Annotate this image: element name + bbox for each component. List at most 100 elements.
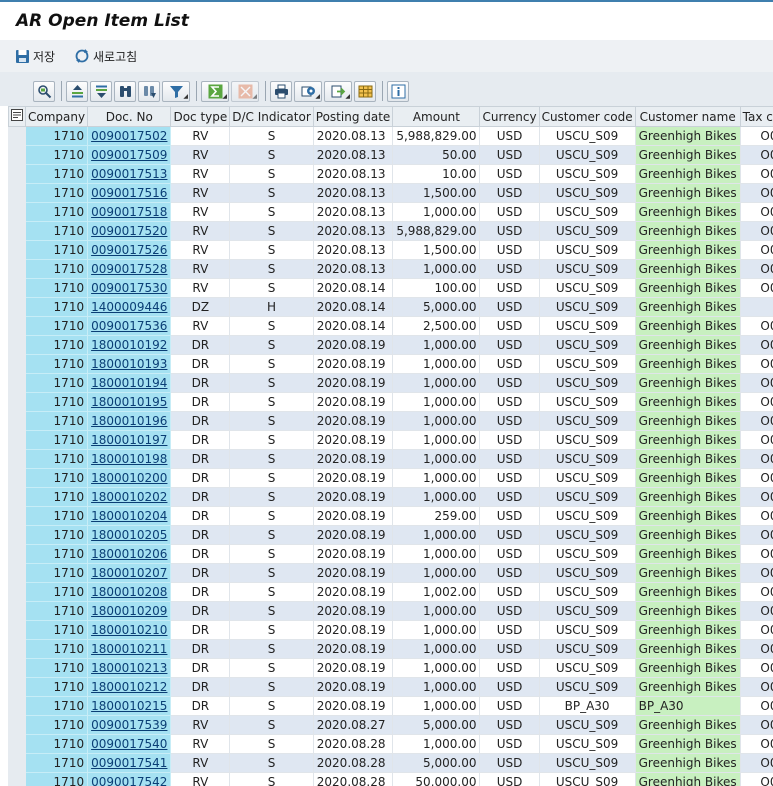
table-row[interactable]: 1710 0090017518 RV S 2020.08.13 1,000.00 USD US… xyxy=(8,202,773,222)
cell-doc-no[interactable]: 1800010194 xyxy=(87,373,172,393)
column-header-posting-date[interactable]: Posting date xyxy=(312,106,394,127)
cell-doc-no[interactable]: 1800010193 xyxy=(87,354,172,374)
table-row[interactable]: 1710 1800010213 DR S 2020.08.19 1,000.00 USD US… xyxy=(8,658,773,678)
cell-doc-no[interactable]: 0090017536 xyxy=(87,316,172,336)
table-row[interactable]: 1710 1800010202 DR S 2020.08.19 1,000.00 USD US… xyxy=(8,487,773,507)
table-row[interactable]: 1710 1800010207 DR S 2020.08.19 1,000.00 USD US… xyxy=(8,563,773,583)
cell-doc-no[interactable]: 1800010198 xyxy=(87,449,172,469)
cell-doc-no[interactable]: 0090017509 xyxy=(87,145,172,165)
column-header-doc-no[interactable]: Doc. No xyxy=(87,106,172,127)
table-row[interactable]: 1710 1800010200 DR S 2020.08.19 1,000.00 USD US… xyxy=(8,468,773,488)
column-header-currency[interactable]: Currency xyxy=(479,106,540,127)
table-row[interactable]: 1710 1800010194 DR S 2020.08.19 1,000.00 USD US… xyxy=(8,373,773,393)
table-row[interactable]: 1710 1800010193 DR S 2020.08.19 1,000.00 USD US… xyxy=(8,354,773,374)
row-selector[interactable] xyxy=(8,278,26,298)
print-button[interactable] xyxy=(270,80,292,102)
cell-doc-no[interactable]: 1800010213 xyxy=(87,658,172,678)
table-row[interactable]: 1710 1400009446 DZ H 2020.08.14 5,000.00 USD US… xyxy=(8,297,773,317)
table-row[interactable]: 1710 0090017540 RV S 2020.08.28 1,000.00 USD US… xyxy=(8,734,773,754)
row-selector[interactable] xyxy=(8,734,26,754)
cell-doc-no[interactable]: 0090017528 xyxy=(87,259,172,279)
sort-ascending-button[interactable] xyxy=(66,80,88,102)
cell-doc-no[interactable]: 1800010212 xyxy=(87,677,172,697)
row-selector[interactable] xyxy=(8,126,26,146)
cell-doc-no[interactable]: 1800010197 xyxy=(87,430,172,450)
find-next-button[interactable] xyxy=(138,80,160,102)
row-selector[interactable] xyxy=(8,582,26,602)
cell-doc-no[interactable]: 0090017541 xyxy=(87,753,172,773)
cell-doc-no[interactable]: 0090017518 xyxy=(87,202,172,222)
cell-doc-no[interactable]: 0090017539 xyxy=(87,715,172,735)
table-row[interactable]: 1710 1800010209 DR S 2020.08.19 1,000.00 USD US… xyxy=(8,601,773,621)
table-row[interactable]: 1710 0090017541 RV S 2020.08.28 5,000.00 USD US… xyxy=(8,753,773,773)
views-button[interactable]: ◢ xyxy=(294,80,322,102)
row-selector[interactable] xyxy=(8,563,26,583)
table-row[interactable]: 1710 0090017528 RV S 2020.08.13 1,000.00 USD US… xyxy=(8,259,773,279)
cell-doc-no[interactable]: 1800010211 xyxy=(87,639,172,659)
select-all-button[interactable] xyxy=(8,106,26,127)
cell-doc-no[interactable]: 1800010215 xyxy=(87,696,172,716)
cell-doc-no[interactable]: 1800010210 xyxy=(87,620,172,640)
cell-doc-no[interactable]: 0090017540 xyxy=(87,734,172,754)
cell-doc-no[interactable]: 0090017516 xyxy=(87,183,172,203)
table-row[interactable]: 1710 1800010195 DR S 2020.08.19 1,000.00 USD US… xyxy=(8,392,773,412)
row-selector[interactable] xyxy=(8,373,26,393)
table-row[interactable]: 1710 1800010204 DR S 2020.08.19 259.00 USD USCU… xyxy=(8,506,773,526)
table-row[interactable]: 1710 1800010208 DR S 2020.08.19 1,002.00 USD US… xyxy=(8,582,773,602)
row-selector[interactable] xyxy=(8,259,26,279)
table-row[interactable]: 1710 1800010206 DR S 2020.08.19 1,000.00 USD US… xyxy=(8,544,773,564)
subtotal-button[interactable]: ◢ xyxy=(231,80,259,102)
table-row[interactable]: 1710 0090017542 RV S 2020.08.28 50,000.00 USD U… xyxy=(8,772,773,786)
cell-doc-no[interactable]: 0090017520 xyxy=(87,221,172,241)
table-row[interactable]: 1710 1800010197 DR S 2020.08.19 1,000.00 USD US… xyxy=(8,430,773,450)
column-header-dc-indicator[interactable]: D/C Indicator xyxy=(229,106,314,127)
table-row[interactable]: 1710 1800010205 DR S 2020.08.19 1,000.00 USD US… xyxy=(8,525,773,545)
table-row[interactable]: 1710 1800010198 DR S 2020.08.19 1,000.00 USD US… xyxy=(8,449,773,469)
table-row[interactable]: 1710 1800010192 DR S 2020.08.19 1,000.00 USD US… xyxy=(8,335,773,355)
sort-descending-button[interactable] xyxy=(90,80,112,102)
row-selector[interactable] xyxy=(8,145,26,165)
row-selector[interactable] xyxy=(8,221,26,241)
table-row[interactable]: 1710 0090017509 RV S 2020.08.13 50.00 USD USCU_… xyxy=(8,145,773,165)
row-selector[interactable] xyxy=(8,411,26,431)
table-row[interactable]: 1710 0090017520 RV S 2020.08.13 5,988,829.00 U… xyxy=(8,221,773,241)
column-header-tax-code[interactable]: Tax code xyxy=(739,106,773,127)
table-row[interactable]: 1710 1800010196 DR S 2020.08.19 1,000.00 USD US… xyxy=(8,411,773,431)
column-header-customer-code[interactable]: Customer code xyxy=(538,106,636,127)
total-button[interactable]: ◢ xyxy=(201,80,229,102)
row-selector[interactable] xyxy=(8,183,26,203)
find-button[interactable] xyxy=(114,80,136,102)
table-row[interactable]: 1710 0090017539 RV S 2020.08.27 5,000.00 USD US… xyxy=(8,715,773,735)
table-row[interactable]: 1710 0090017530 RV S 2020.08.14 100.00 USD USCU… xyxy=(8,278,773,298)
row-selector[interactable] xyxy=(8,696,26,716)
cell-doc-no[interactable]: 1800010196 xyxy=(87,411,172,431)
export-button[interactable]: ◢ xyxy=(324,80,352,102)
row-selector[interactable] xyxy=(8,240,26,260)
row-selector[interactable] xyxy=(8,449,26,469)
cell-doc-no[interactable]: 0090017526 xyxy=(87,240,172,260)
layout-button[interactable] xyxy=(354,80,376,102)
table-row[interactable]: 1710 0090017513 RV S 2020.08.13 10.00 USD USCU_… xyxy=(8,164,773,184)
row-selector[interactable] xyxy=(8,715,26,735)
refresh-button[interactable]: 새로고침 xyxy=(74,46,137,66)
table-row[interactable]: 1710 0090017516 RV S 2020.08.13 1,500.00 USD US… xyxy=(8,183,773,203)
cell-doc-no[interactable]: 1400009446 xyxy=(87,297,172,317)
cell-doc-no[interactable]: 1800010205 xyxy=(87,525,172,545)
cell-doc-no[interactable]: 1800010208 xyxy=(87,582,172,602)
column-header-company[interactable]: Company xyxy=(24,106,89,127)
row-selector[interactable] xyxy=(8,601,26,621)
row-selector[interactable] xyxy=(8,620,26,640)
row-selector[interactable] xyxy=(8,316,26,336)
table-row[interactable]: 1710 0090017502 RV S 2020.08.13 5,988,829.00 U… xyxy=(8,126,773,146)
table-row[interactable]: 1710 0090017536 RV S 2020.08.14 2,500.00 USD US… xyxy=(8,316,773,336)
details-button[interactable] xyxy=(33,80,55,102)
cell-doc-no[interactable]: 0090017542 xyxy=(87,772,172,786)
filter-button[interactable]: ◢ xyxy=(162,80,190,102)
row-selector[interactable] xyxy=(8,506,26,526)
row-selector[interactable] xyxy=(8,677,26,697)
cell-doc-no[interactable]: 1800010207 xyxy=(87,563,172,583)
save-button[interactable]: 저장 xyxy=(14,46,55,66)
row-selector[interactable] xyxy=(8,544,26,564)
cell-doc-no[interactable]: 0090017530 xyxy=(87,278,172,298)
row-selector[interactable] xyxy=(8,639,26,659)
